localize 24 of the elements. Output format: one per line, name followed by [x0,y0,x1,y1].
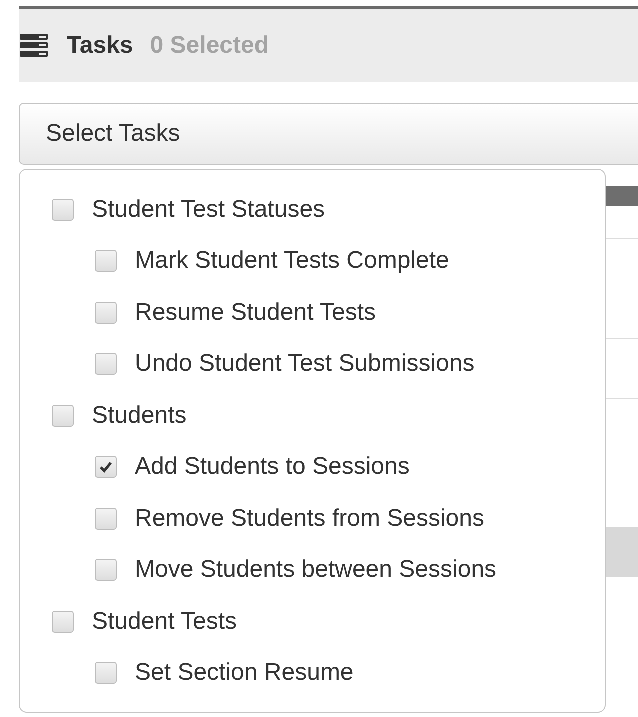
option-label[interactable]: Undo Student Test Submissions [135,350,475,378]
checkbox[interactable] [52,610,74,633]
checkbox[interactable] [95,456,117,478]
selected-count: 0 Selected [150,32,270,60]
option-label[interactable]: Students [92,402,187,430]
check-icon [99,460,113,474]
checkbox[interactable] [52,404,74,427]
option-label[interactable]: Resume Student Tests [135,298,376,327]
option-label[interactable]: Mark Student Tests Complete [135,247,450,276]
option-label[interactable]: Student Tests [92,608,237,636]
checkbox[interactable] [95,302,117,324]
checkbox[interactable] [95,353,117,376]
checkbox[interactable] [95,662,117,684]
option-label[interactable]: Remove Students from Sessions [135,504,484,533]
option-label[interactable]: Move Students between Sessions [135,556,497,584]
checkbox[interactable] [95,250,117,272]
panel-title: Tasks [67,32,134,60]
option-label[interactable]: Set Section Resume [135,659,354,688]
select-tasks-dropdown[interactable]: Select Tasks [19,103,638,165]
checkbox[interactable] [95,559,117,582]
option-label[interactable]: Add Students to Sessions [135,453,410,482]
checkbox[interactable] [52,198,74,221]
option-label[interactable]: Student Test Statuses [92,196,326,224]
checkbox[interactable] [95,508,117,530]
